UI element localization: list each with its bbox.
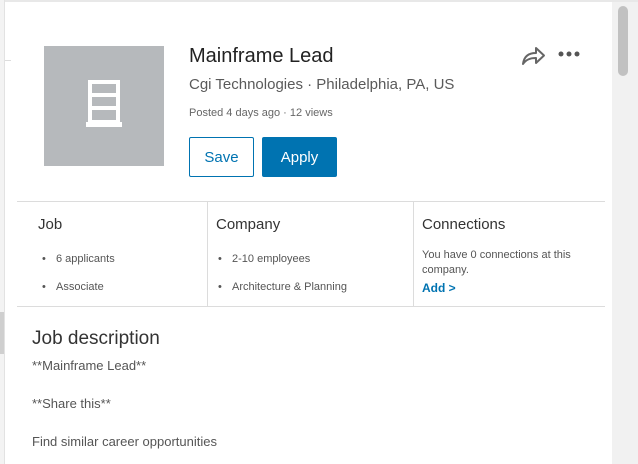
company-size-text: 2-10 employees (232, 253, 311, 265)
connections-text: You have 0 connections at this company. (422, 249, 571, 276)
job-description-heading: Job description (32, 328, 160, 349)
more-options-icon[interactable] (557, 44, 581, 64)
scrollbar-thumb[interactable] (618, 6, 628, 76)
description-line: Find similar career opportunities (32, 434, 217, 449)
posting-meta: Posted 4 days ago · 12 views (189, 107, 333, 119)
left-panel-scroll-handle[interactable] (0, 312, 4, 354)
save-button[interactable]: Save (189, 137, 254, 177)
company-heading: Company (216, 216, 281, 233)
job-seniority: • Associate (42, 281, 104, 293)
company-size: • 2-10 employees (218, 253, 311, 265)
applicants-text: 6 applicants (56, 253, 115, 265)
seniority-text: Associate (56, 281, 104, 293)
job-applicants: • 6 applicants (42, 253, 115, 265)
connections-column: Connections You have 0 connections at th… (413, 202, 605, 306)
share-icon[interactable] (520, 44, 546, 68)
job-heading: Job (38, 216, 63, 233)
connections-heading: Connections (422, 216, 506, 233)
job-title: Mainframe Lead (189, 45, 334, 67)
company-industry: • Architecture & Planning (218, 281, 347, 293)
add-connections-link[interactable]: Add > (422, 281, 456, 295)
description-line: **Mainframe Lead** (32, 358, 147, 373)
building-icon (86, 80, 122, 127)
vertical-scrollbar[interactable] (612, 2, 638, 464)
company-industry-text: Architecture & Planning (232, 281, 347, 293)
company-logo (44, 46, 164, 166)
company-column: Company • 2-10 employees • Architecture & … (207, 202, 413, 306)
window-top-border (0, 0, 638, 2)
description-line: **Share this** (32, 396, 111, 411)
apply-button[interactable]: Apply (262, 137, 337, 177)
job-column: Job • 6 applicants • Associate (17, 202, 207, 306)
company-location[interactable]: Cgi Technologies · Philadelphia, PA, US (189, 76, 454, 93)
job-info-panel: Job • 6 applicants • Associate Company • 2-… (17, 201, 605, 307)
left-panel-edge (0, 0, 5, 464)
left-divider (5, 60, 11, 61)
